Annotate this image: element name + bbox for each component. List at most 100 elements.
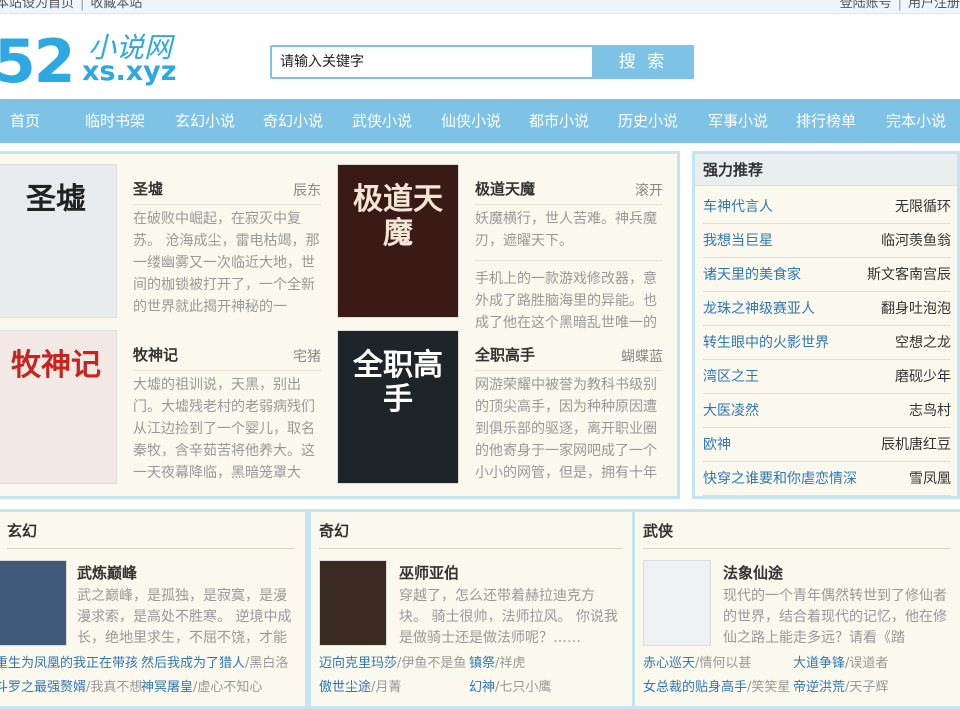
hot-book-name[interactable]: 车神代言人 <box>703 190 773 224</box>
list-book-title[interactable]: 赤心巡天 <box>643 656 695 671</box>
main-nav: 首页 临时书架 玄幻小说 奇幻小说 武侠小说 仙侠小说 都市小说 历史小说 军事小说 排行榜单 完本… <box>0 99 960 143</box>
book-desc: 妖魔横行，世人苦难。神兵魔刃，遮曜天下。 <box>475 211 657 249</box>
book-title[interactable]: 法象仙途 <box>723 562 783 583</box>
book-author[interactable]: 宅猪 <box>293 346 321 366</box>
book-title[interactable]: 牧神记 <box>133 344 178 365</box>
list-book-title[interactable]: 神冥屠皇 <box>141 680 193 695</box>
hot-book-name[interactable]: 湾区之王 <box>703 360 759 394</box>
cover-title: 牧神记 <box>11 348 101 383</box>
list-book-author: /七只小鹰 <box>495 680 552 695</box>
register-link[interactable]: 用户注册 <box>908 0 960 11</box>
hot-book-name[interactable]: 转生眼中的火影世界 <box>703 326 829 360</box>
nav-item[interactable]: 临时书架 <box>85 99 145 143</box>
list-book-author: /我真不想 <box>86 680 143 695</box>
category-panel: 玄幻 武炼巅峰 武之巅峰，是孤独，是寂寞，是漫漫求索，是高处不胜寒。 逆境中成长，绝… <box>0 509 308 709</box>
book-author[interactable]: 辰东 <box>293 180 321 200</box>
book-title[interactable]: 全职高手 <box>475 344 535 365</box>
nav-item[interactable]: 完本小说 <box>886 99 946 143</box>
category-list-item: 迈向克里玛莎/伊鱼不是鱼 <box>319 652 466 671</box>
list-book-author: /伊鱼不是鱼 <box>397 656 467 671</box>
book-cover[interactable]: 圣墟 <box>0 164 117 318</box>
book-cover[interactable]: 极道天魔 <box>337 164 459 318</box>
title-divider <box>475 204 663 205</box>
nav-item[interactable]: 都市小说 <box>529 99 589 143</box>
book-title[interactable]: 武炼巅峰 <box>77 562 137 583</box>
hot-book-name[interactable]: 快穿之谁要和你虐恋情深 <box>703 462 857 496</box>
book-cover[interactable]: 牧神记 <box>0 330 117 484</box>
hot-book-author[interactable]: 无限循环 <box>895 190 951 224</box>
book-desc: 大墟的祖训说，天黑，别出门。大墟残老村的老弱病残们从江边捡到了一个婴儿，取名秦牧… <box>133 377 315 481</box>
category-list-item: 大道争锋/误道者 <box>793 652 888 671</box>
list-book-title[interactable]: 重生为凤凰的我正在带孩 <box>0 656 138 671</box>
hot-book-name[interactable]: 我想当巨星 <box>703 224 773 258</box>
hot-book-author[interactable]: 空想之龙 <box>895 326 951 360</box>
hot-book-author[interactable]: 辰机唐红豆 <box>881 428 951 462</box>
category-title[interactable]: 武侠 <box>643 520 673 541</box>
list-book-title[interactable]: 大道争锋 <box>793 656 845 671</box>
hot-book-author[interactable]: 磨砚少年 <box>895 360 951 394</box>
list-book-title[interactable]: 傲世尘途 <box>319 680 371 695</box>
category-list-item: 赤心巡天/情何以甚 <box>643 652 751 671</box>
title-divider <box>133 370 321 371</box>
hot-book-name[interactable]: 龙珠之神级赛亚人 <box>703 292 815 326</box>
cover-title: 极道天魔 <box>353 182 443 251</box>
list-book-title[interactable]: 镇祭 <box>469 656 495 671</box>
hot-book-author[interactable]: 临河羡鱼翁 <box>881 224 951 258</box>
hot-list-item: 车神代言人 无限循环 <box>703 190 951 224</box>
category-title[interactable]: 奇幻 <box>319 520 349 541</box>
title-divider <box>475 370 663 371</box>
top-right-links: 登陆账号 | 用户注册 <box>840 0 960 10</box>
hot-book-name[interactable]: 诸天里的美食家 <box>703 258 801 292</box>
nav-item[interactable]: 玄幻小说 <box>175 99 235 143</box>
hot-book-author[interactable]: 翻身吐泡泡 <box>881 292 951 326</box>
list-book-title[interactable]: 女总裁的贴身高手 <box>643 680 747 695</box>
hot-book-author[interactable]: 雪凤凰 <box>909 462 951 496</box>
nav-item[interactable]: 历史小说 <box>618 99 678 143</box>
category-divider <box>319 548 623 549</box>
hot-book-author[interactable]: 志鸟村 <box>909 394 951 428</box>
book-author[interactable]: 蝴蝶蓝 <box>621 346 663 366</box>
hot-book-author[interactable]: 斯文客南宫辰 <box>867 258 951 292</box>
category-title[interactable]: 玄幻 <box>7 520 37 541</box>
bookmark-link[interactable]: 收藏本站 <box>90 0 142 11</box>
nav-item[interactable]: 军事小说 <box>708 99 768 143</box>
book-cover[interactable] <box>319 560 387 646</box>
book-title[interactable]: 巫师亚伯 <box>399 562 459 583</box>
hot-recommend-panel: 强力推荐 车神代言人 无限循环 我想当巨星 临河羡鱼翁 诸天里的美食家 斯文客南宫辰 龙珠之… <box>692 151 960 499</box>
hot-list-item: 大医凌然 志鸟村 <box>703 394 951 428</box>
hot-list-item: 龙珠之神级赛亚人 翻身吐泡泡 <box>703 292 951 326</box>
list-book-title[interactable]: 斗罗之最强赘婿 <box>0 680 86 695</box>
search-input[interactable]: 请输入关键字 <box>270 45 594 79</box>
category-divider <box>643 548 951 549</box>
nav-item[interactable]: 奇幻小说 <box>263 99 323 143</box>
hot-book-name[interactable]: 大医凌然 <box>703 394 759 428</box>
book-desc-more: 手机上的一款游戏修改器，意外成了路胜脑海里的异能。也成了他在这个黑暗乱世唯一的 <box>475 271 657 331</box>
list-book-author: /误道者 <box>845 656 889 671</box>
book-title[interactable]: 圣墟 <box>133 178 163 199</box>
login-link[interactable]: 登陆账号 <box>840 0 892 11</box>
cover-title: 全职高手 <box>353 348 443 417</box>
book-desc: 网游荣耀中被誉为教科书级别的顶尖高手，因为种种原因遭到俱乐部的驱逐，离开职业圈的… <box>475 377 657 481</box>
nav-item[interactable]: 首页 <box>10 99 40 143</box>
category-list-item: 镇祭/祥虎 <box>469 652 525 671</box>
list-book-author: /黑白洛 <box>245 656 289 671</box>
nav-item[interactable]: 排行榜单 <box>796 99 856 143</box>
nav-item[interactable]: 仙侠小说 <box>441 99 501 143</box>
search-button[interactable]: 搜 索 <box>592 45 694 79</box>
list-book-title[interactable]: 幻神 <box>469 680 495 695</box>
set-home-link[interactable]: 本站设为首页 <box>0 0 74 11</box>
list-book-title[interactable]: 然后我成为了猎人 <box>141 656 245 671</box>
book-author[interactable]: 滚开 <box>635 180 663 200</box>
list-book-title[interactable]: 帝逆洪荒 <box>793 680 845 695</box>
book-cover[interactable] <box>643 560 711 646</box>
list-book-title[interactable]: 迈向克里玛莎 <box>319 656 397 671</box>
category-list-item: 重生为凤凰的我正在带孩 <box>0 652 138 671</box>
book-cover[interactable] <box>0 560 67 646</box>
nav-item[interactable]: 武侠小说 <box>352 99 412 143</box>
hot-list-item: 我想当巨星 临河羡鱼翁 <box>703 224 951 258</box>
featured-books-panel: 圣墟 圣墟 辰东 在破败中崛起，在寂灭中复苏。 沧海成尘，雷电枯竭，那一缕幽雾又一次临… <box>0 151 680 499</box>
logo-number: 52 <box>0 27 75 97</box>
hot-book-name[interactable]: 欧神 <box>703 428 731 462</box>
book-cover[interactable]: 全职高手 <box>337 330 459 484</box>
book-title[interactable]: 极道天魔 <box>475 178 535 199</box>
